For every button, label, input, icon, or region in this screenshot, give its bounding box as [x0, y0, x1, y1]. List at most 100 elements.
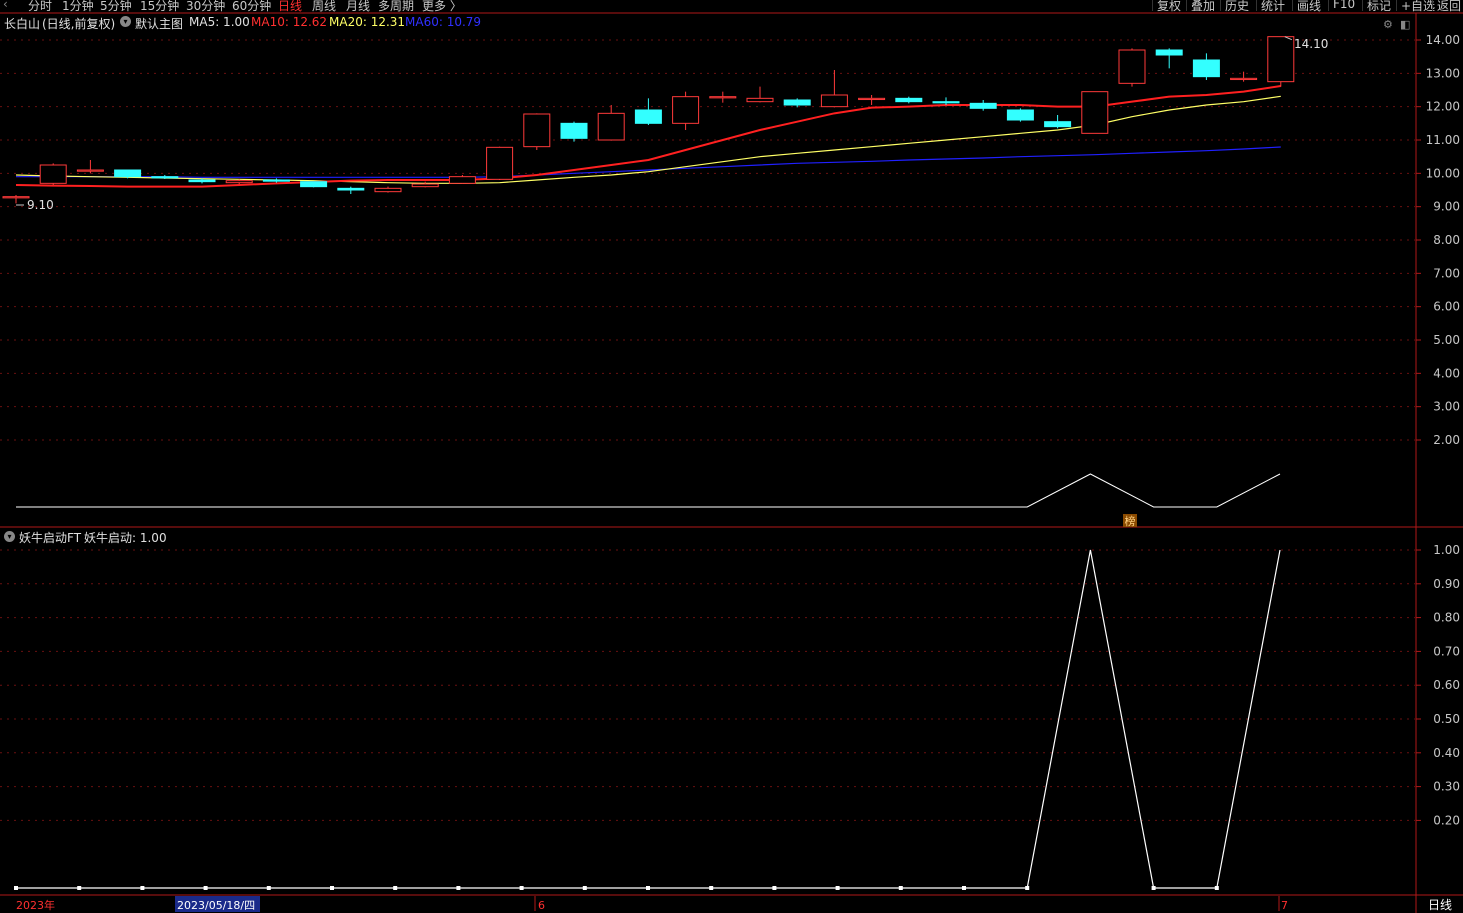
- candle-body: [1006, 109, 1034, 121]
- candle: [672, 91, 700, 130]
- candle-body: [746, 97, 774, 103]
- high-marker-label: 14.10: [1294, 37, 1328, 51]
- y-tick-label: 3.00: [1433, 400, 1460, 414]
- period-label: 日线: [1428, 898, 1452, 912]
- sub-point: [646, 886, 650, 890]
- candle-body: [1155, 49, 1183, 56]
- candle: [634, 98, 662, 125]
- candle-body: [374, 187, 402, 193]
- candle-body: [523, 113, 551, 148]
- candle-body: [2, 196, 30, 199]
- sub-point: [393, 886, 398, 890]
- y-tick-label: 13.00: [1426, 66, 1460, 80]
- candle: [448, 175, 476, 184]
- y-tick-label: 6.00: [1433, 300, 1460, 314]
- candle: [969, 100, 997, 111]
- sub-y-axis: 1.00 0.90 0.80 0.70 0.60 0.50 0.40 0.30 0.20: [1416, 543, 1460, 827]
- candle: [783, 98, 811, 108]
- sub-point: [519, 886, 524, 890]
- date-axis: 2023年 2023/05/18/四 6 7 日线: [16, 896, 1452, 912]
- candle: [114, 169, 142, 179]
- cursor-date-label: 2023/05/18/四: [177, 899, 255, 912]
- sub-point: [772, 886, 777, 890]
- candle-body: [1081, 91, 1109, 134]
- sub-point: [898, 886, 903, 890]
- stock-chart[interactable]: 14.00 13.00 12.00 11.00 10.00 9.00 8.00 7.00 6.0…: [0, 0, 1463, 913]
- candle-body: [709, 96, 737, 99]
- sub-point: [203, 886, 208, 890]
- candle-body: [411, 183, 439, 188]
- candle-body: [895, 97, 923, 103]
- sub-point: [14, 886, 18, 890]
- sub-point: [835, 886, 840, 890]
- candle: [858, 95, 886, 105]
- candle: [932, 97, 960, 105]
- candle: [709, 91, 737, 103]
- month-7-label: 7: [1281, 899, 1288, 912]
- candle-body: [448, 176, 476, 184]
- chart-frame: [0, 12, 1463, 913]
- candle: [39, 163, 67, 185]
- candle-body: [1267, 36, 1295, 83]
- y-tick-label: 0.30: [1433, 780, 1460, 794]
- candle-body: [188, 179, 216, 183]
- low-marker-label: 9.10: [27, 198, 54, 212]
- main-y-axis: 14.00 13.00 12.00 11.00 10.00 9.00 8.00 7.00 6.0…: [1416, 33, 1460, 447]
- sub-point: [77, 886, 82, 890]
- candle-body: [1192, 59, 1220, 78]
- candle: [2, 195, 30, 204]
- candle: [560, 121, 588, 142]
- sub-point: [709, 886, 714, 890]
- y-tick-label: 0.20: [1433, 813, 1460, 827]
- candle: [374, 186, 402, 193]
- candle-body: [262, 179, 290, 182]
- y-tick-label: 2.00: [1433, 433, 1460, 447]
- y-tick-label: 4.00: [1433, 366, 1460, 380]
- y-tick-label: 10.00: [1426, 166, 1460, 180]
- sub-point: [1025, 886, 1030, 890]
- sub-point: [140, 886, 145, 890]
- y-tick-label: 0.90: [1433, 577, 1460, 591]
- sub-point: [330, 886, 334, 890]
- signal-line: [16, 473, 1281, 508]
- candle: [1192, 53, 1220, 80]
- candle: [597, 105, 625, 141]
- candle-body: [1044, 121, 1072, 128]
- sub-point: [266, 886, 271, 890]
- y-tick-label: 7.00: [1433, 266, 1460, 280]
- y-tick-label: 9.00: [1433, 200, 1460, 214]
- candle: [337, 186, 365, 194]
- candle: [523, 113, 551, 150]
- y-tick-label: 1.00: [1433, 543, 1460, 557]
- candle: [1081, 91, 1109, 134]
- candle-body: [969, 102, 997, 109]
- candle-body: [337, 187, 365, 191]
- candle-body: [114, 169, 142, 178]
- sub-point: [1151, 886, 1156, 890]
- candle: [1155, 48, 1183, 69]
- candle: [895, 96, 923, 104]
- y-tick-label: 0.50: [1433, 712, 1460, 726]
- candle: [300, 181, 328, 188]
- sub-point: [456, 886, 461, 890]
- candle-body: [783, 99, 811, 106]
- candle-body: [634, 109, 662, 124]
- candle-body: [932, 101, 960, 104]
- candle: [486, 146, 514, 180]
- candle-body: [151, 176, 179, 179]
- candle: [411, 181, 439, 188]
- sub-indicator-line: [14, 549, 1281, 890]
- y-tick-label: 8.00: [1433, 233, 1460, 247]
- ma60-line: [16, 146, 1281, 178]
- candle: [76, 160, 104, 174]
- grid-lines: [0, 39, 1415, 821]
- candle-body: [486, 146, 514, 180]
- sub-point: [1214, 886, 1219, 890]
- y-tick-label: 0.60: [1433, 678, 1460, 692]
- y-tick-label: 11.00: [1426, 133, 1460, 147]
- y-tick-label: 0.40: [1433, 746, 1460, 760]
- sub-value-line: [16, 549, 1281, 889]
- sub-point: [962, 886, 966, 890]
- candle-body: [820, 94, 848, 108]
- y-tick-label: 14.00: [1426, 33, 1460, 47]
